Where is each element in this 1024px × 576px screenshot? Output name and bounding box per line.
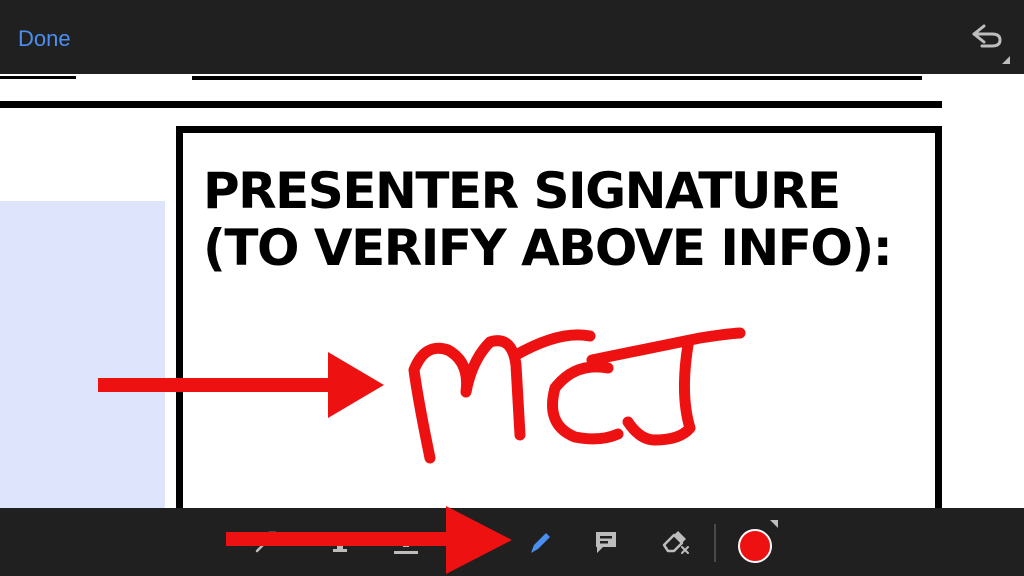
lasso-icon [244,527,288,557]
signature-box: PRESENTER SIGNATURE (TO VERIFY ABOVE INF… [176,126,942,508]
document-page[interactable]: PRESENTER SIGNATURE (TO VERIFY ABOVE INF… [0,74,1024,508]
undo-icon [960,24,1016,71]
pen-tool[interactable] [518,522,562,562]
lasso-select-tool[interactable] [244,522,288,562]
form-field[interactable] [0,201,165,508]
toolbar-divider [714,524,716,562]
comment-tool[interactable] [584,522,628,562]
markup-screen: Done PRESENTER SIGNATURE (TO VERIFY ABOV… [0,0,1024,576]
eraser-icon [654,527,698,557]
form-rule [0,76,76,79]
done-button[interactable]: Done [18,22,88,56]
highlight-icon [318,527,362,557]
selected-color-swatch [738,529,772,563]
signature-heading-line: PRESENTER SIGNATURE [203,162,841,220]
color-menu-indicator-icon [770,520,778,528]
color-picker-button[interactable] [732,520,778,566]
signature-heading: PRESENTER SIGNATURE (TO VERIFY ABOVE INF… [203,163,923,277]
signature-heading-line: (TO VERIFY ABOVE INFO): [203,219,893,277]
text-highlight-tool[interactable] [318,522,362,562]
markup-toolbar [0,508,1024,576]
pen-icon [518,527,562,557]
undo-button[interactable] [960,14,1016,68]
comment-icon [584,527,628,557]
form-rule [192,76,922,80]
eraser-tool[interactable] [654,522,698,562]
top-bar: Done [0,0,1024,74]
form-divider [0,101,942,108]
text-underline-tool[interactable] [384,522,428,562]
underline-icon [384,527,428,557]
